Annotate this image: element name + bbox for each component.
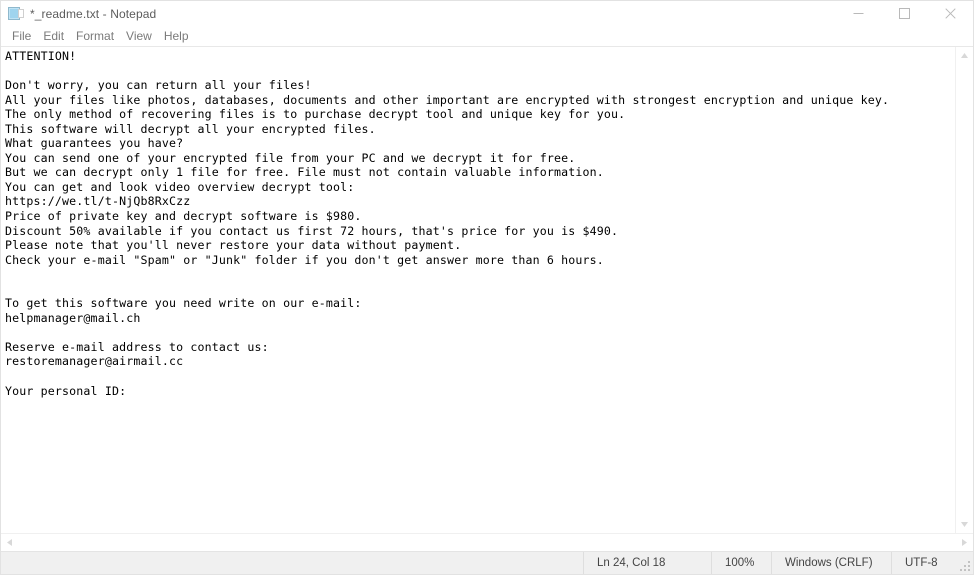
- editor-line: What guarantees you have?: [5, 136, 184, 151]
- menu-item-help[interactable]: Help: [158, 27, 195, 46]
- editor-line: You can get and look video overview decr…: [5, 179, 355, 194]
- status-bar: Ln 24, Col 18 100% Windows (CRLF) UTF-8: [1, 551, 973, 574]
- editor-line: https://we.tl/t-NjQb8RxCzz: [5, 194, 191, 209]
- editor-line: To get this software you need write on o…: [5, 296, 362, 311]
- notepad-document-icon: [8, 6, 24, 22]
- status-encoding: UTF-8: [891, 552, 957, 574]
- scroll-left-arrow[interactable]: [1, 534, 18, 551]
- editor-line: Discount 50% available if you contact us…: [5, 223, 619, 238]
- horizontal-scrollbar[interactable]: [1, 533, 973, 551]
- editor-line: Your personal ID:: [5, 383, 127, 398]
- editor-line: The only method of recovering files is t…: [5, 107, 626, 122]
- resize-grip-icon[interactable]: [957, 552, 973, 574]
- minimize-button[interactable]: [835, 1, 881, 26]
- editor-line: Check your e-mail "Spam" or "Junk" folde…: [5, 252, 604, 267]
- editor-line: helpmanager@mail.ch: [5, 310, 141, 325]
- menu-item-edit[interactable]: Edit: [37, 27, 70, 46]
- editor-region: ATTENTION! Don't worry, you can return a…: [1, 47, 973, 533]
- editor-line: Reserve e-mail address to contact us:: [5, 339, 269, 354]
- maximize-button[interactable]: [881, 1, 927, 26]
- editor-line: ATTENTION!: [5, 49, 77, 63]
- status-line-ending: Windows (CRLF): [771, 552, 891, 574]
- editor-line: restoremanager@airmail.cc: [5, 354, 184, 369]
- editor-line: All your files like photos, databases, d…: [5, 92, 890, 107]
- editor-line: This software will decrypt all your encr…: [5, 121, 376, 136]
- close-button[interactable]: [927, 1, 973, 26]
- window-controls: [835, 1, 973, 26]
- vertical-scrollbar[interactable]: [955, 47, 973, 533]
- scroll-right-arrow[interactable]: [956, 534, 973, 551]
- status-cursor-position: Ln 24, Col 18: [583, 552, 711, 574]
- horizontal-scroll-track[interactable]: [18, 534, 956, 551]
- editor-line: Don't worry, you can return all your fil…: [5, 78, 312, 93]
- scroll-down-arrow[interactable]: [956, 516, 973, 533]
- vertical-scroll-track[interactable]: [956, 64, 973, 516]
- editor-line: You can send one of your encrypted file …: [5, 150, 576, 165]
- window-title: *_readme.txt - Notepad: [30, 6, 157, 21]
- menu-item-view[interactable]: View: [120, 27, 158, 46]
- editor-line: But we can decrypt only 1 file for free.…: [5, 165, 604, 180]
- text-editor[interactable]: ATTENTION! Don't worry, you can return a…: [1, 47, 955, 533]
- menu-item-file[interactable]: File: [6, 27, 37, 46]
- editor-line: Please note that you'll never restore yo…: [5, 238, 462, 253]
- status-zoom-level[interactable]: 100%: [711, 552, 771, 574]
- menu-bar: File Edit Format View Help: [1, 27, 973, 47]
- menu-item-format[interactable]: Format: [70, 27, 120, 46]
- editor-line: Price of private key and decrypt softwar…: [5, 209, 362, 224]
- scroll-up-arrow[interactable]: [956, 47, 973, 64]
- notepad-window: *_readme.txt - Notepad File Edit Format …: [0, 0, 974, 575]
- title-bar[interactable]: *_readme.txt - Notepad: [1, 1, 973, 27]
